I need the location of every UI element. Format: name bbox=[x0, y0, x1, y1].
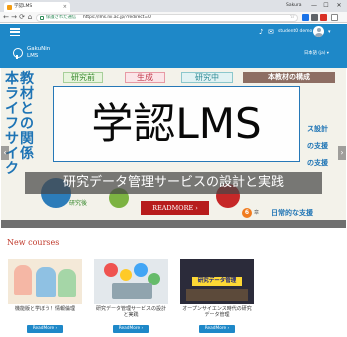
notification-icon[interactable]: ♪ bbox=[259, 27, 263, 37]
illustration bbox=[112, 283, 152, 299]
browser-window: 学認LMS × Sakura — ☐ ✕ ← → ⟳ ⌂ 保護された通信 htt… bbox=[0, 0, 347, 337]
browser-menu-icon[interactable] bbox=[331, 14, 338, 21]
structure-item: の支援 bbox=[307, 142, 328, 150]
readmore-button[interactable]: READMORE › bbox=[141, 201, 209, 215]
chapter-label: 章 bbox=[254, 210, 260, 216]
hero-slider: 本ライフサイク 教材との関係 研究前 生成 研究中 本教材の構成 ス設計 の支援… bbox=[1, 68, 346, 228]
slider-next-button[interactable]: › bbox=[338, 146, 346, 160]
illustration bbox=[104, 263, 118, 277]
slide-vertical-text: 教材との関係 bbox=[20, 71, 34, 162]
course-image[interactable] bbox=[8, 259, 82, 304]
tab-title: 学認LMS bbox=[14, 4, 33, 9]
reload-button[interactable]: ⟳ bbox=[18, 12, 26, 23]
tab-strip: 学認LMS × Sakura — ☐ ✕ bbox=[0, 0, 347, 12]
illustration bbox=[186, 289, 248, 301]
star-icon[interactable]: ☆ bbox=[290, 15, 295, 20]
brand-bar: GakuNin LMS 日本語 (ja) ▾ bbox=[0, 40, 347, 68]
slide-caption-band: 研究データ管理サービスの設計と実践 bbox=[25, 172, 322, 194]
minimize-button[interactable]: — bbox=[309, 0, 319, 12]
readmore-button[interactable]: ReadMore › bbox=[113, 325, 149, 333]
illustration bbox=[58, 269, 76, 297]
course-card[interactable]: 機能版と学ぼう！情報倫理 ReadMore › bbox=[8, 259, 82, 337]
logo-icon[interactable] bbox=[13, 48, 23, 59]
illustration bbox=[14, 265, 32, 295]
course-card[interactable]: 研究データ管理 オープンサイエンス時代の研究データ管理 ReadMore › bbox=[180, 259, 254, 337]
illustration bbox=[36, 267, 56, 297]
site-navbar: ♪ ✉ student0 demo ▾ bbox=[0, 24, 347, 40]
close-tab-icon[interactable]: × bbox=[63, 2, 67, 12]
structure-item: 日常的な支援 bbox=[271, 209, 313, 217]
slide-vertical-text: 本ライフサイク bbox=[5, 71, 19, 177]
illustration bbox=[120, 269, 132, 281]
section-title: New courses bbox=[7, 238, 60, 247]
phase-label: 研究後 bbox=[69, 200, 88, 207]
hamburger-icon[interactable] bbox=[10, 28, 20, 37]
phase-label: 研究中 bbox=[181, 72, 233, 83]
message-icon[interactable]: ✉ bbox=[268, 27, 274, 37]
course-title[interactable]: 機能版と学ぼう！情報倫理 bbox=[8, 306, 82, 312]
course-title[interactable]: オープンサイエンス時代の研究データ管理 bbox=[180, 306, 254, 318]
browser-tab[interactable]: 学認LMS × bbox=[4, 2, 70, 12]
course-title[interactable]: 研究データ管理サービスの設計と実践 bbox=[94, 306, 168, 318]
profile-name[interactable]: Sakura bbox=[286, 1, 302, 11]
lock-icon bbox=[40, 15, 44, 20]
banner-text: 研究データ管理 bbox=[192, 277, 242, 286]
slider-prev-button[interactable]: ‹ bbox=[1, 146, 9, 160]
chevron-down-icon[interactable]: ▾ bbox=[328, 27, 331, 37]
extension-icon[interactable] bbox=[320, 14, 327, 21]
readmore-button[interactable]: ReadMore › bbox=[27, 325, 63, 333]
course-image[interactable] bbox=[94, 259, 168, 304]
extension-icon[interactable] bbox=[302, 14, 309, 21]
structure-title: 本教材の構成 bbox=[243, 72, 335, 83]
extension-icon[interactable] bbox=[311, 14, 318, 21]
structure-item: ス設計 bbox=[307, 125, 328, 133]
back-button[interactable]: ← bbox=[2, 12, 10, 23]
site-logo-text[interactable]: GakuNin LMS bbox=[27, 46, 50, 60]
illustration bbox=[134, 263, 148, 277]
address-bar[interactable]: 保護された通信 https://lms.nii.ac.jp/?redirect=… bbox=[36, 13, 298, 22]
phase-label: 研究前 bbox=[63, 72, 103, 83]
maximize-button[interactable]: ☐ bbox=[321, 0, 331, 12]
home-button[interactable]: ⌂ bbox=[26, 12, 34, 23]
url-text[interactable]: https://lms.nii.ac.jp/?redirect=0 bbox=[83, 15, 151, 21]
secure-label: 保護された通信 bbox=[46, 14, 77, 20]
forward-button[interactable]: → bbox=[10, 12, 18, 23]
avatar[interactable] bbox=[313, 26, 324, 37]
slider-footer-bar bbox=[1, 220, 346, 228]
user-name[interactable]: student0 demo bbox=[278, 27, 312, 37]
browser-toolbar: ← → ⟳ ⌂ 保護された通信 https://lms.nii.ac.jp/?r… bbox=[0, 12, 347, 23]
slide-caption: 研究データ管理サービスの設計と実践 bbox=[62, 175, 284, 190]
course-image[interactable]: 研究データ管理 bbox=[180, 259, 254, 304]
readmore-button[interactable]: ReadMore › bbox=[199, 325, 235, 333]
phase-label: 生成 bbox=[125, 72, 165, 83]
slide-title-box: 学認LMS bbox=[53, 86, 300, 162]
close-window-button[interactable]: ✕ bbox=[334, 0, 344, 12]
course-card[interactable]: 研究データ管理サービスの設計と実践 ReadMore › bbox=[94, 259, 168, 337]
chapter-number: 6 bbox=[242, 208, 252, 218]
slide-title: 学認LMS bbox=[91, 99, 262, 148]
favicon-icon bbox=[7, 5, 12, 10]
language-selector[interactable]: 日本語 (ja) ▾ bbox=[304, 49, 329, 59]
structure-item: の支援 bbox=[307, 159, 328, 167]
